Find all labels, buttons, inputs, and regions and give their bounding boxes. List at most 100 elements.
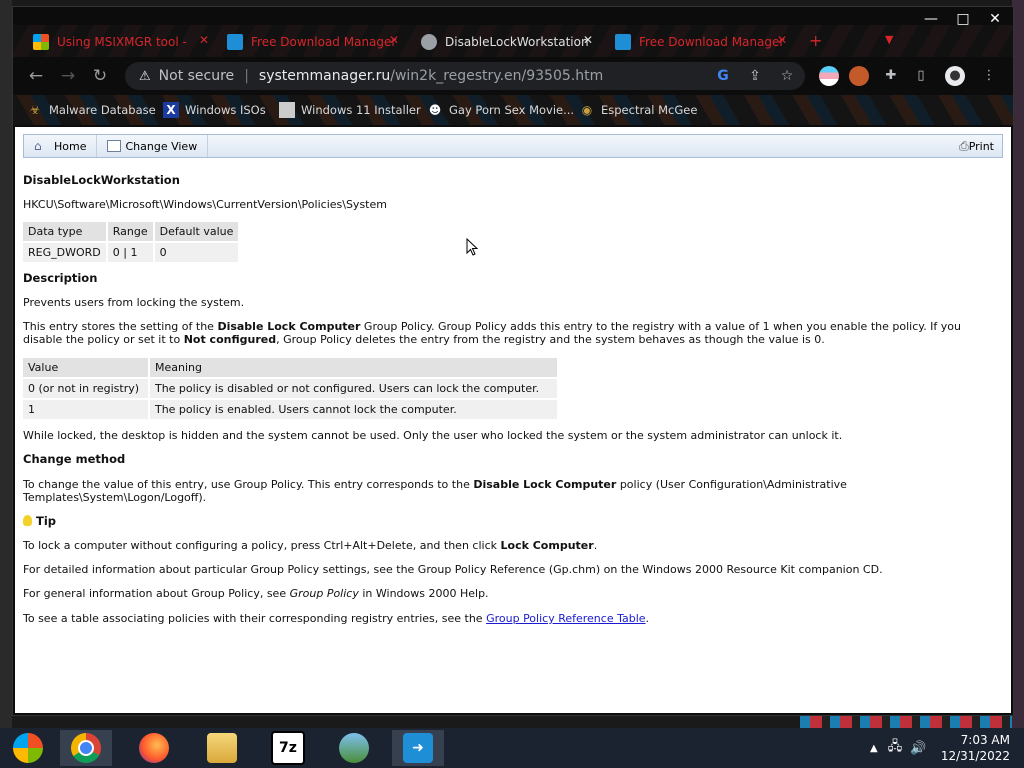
address-bar[interactable]: ⚠ Not secure | systemmanager.ru/win2k_re… — [125, 62, 805, 90]
eye-icon: ◉ — [581, 103, 593, 117]
gp-reference-table-link[interactable]: Group Policy Reference Table — [486, 612, 645, 625]
taskbar-file-explorer[interactable] — [196, 730, 248, 766]
menu-kebab-icon[interactable]: ⋮ — [979, 66, 999, 86]
home-label: Home — [54, 139, 87, 153]
text: This entry stores the setting of the — [23, 320, 218, 333]
side-panel-icon[interactable]: ▯ — [911, 66, 931, 86]
tab-close-icon[interactable]: ✕ — [199, 33, 209, 47]
desktop-background — [0, 0, 12, 728]
extensions-puzzle-icon[interactable]: ✚ — [881, 66, 901, 86]
tab-close-icon[interactable]: ✕ — [389, 33, 399, 47]
share-icon[interactable]: ⇪ — [745, 66, 765, 86]
flag-extension-icon[interactable] — [819, 66, 839, 86]
print-button[interactable]: ⎙ Print — [959, 135, 994, 157]
lock-computer-label: Lock Computer — [500, 539, 594, 552]
bookmark-malware-database[interactable]: ☣ Malware Database — [27, 101, 156, 119]
table-header: Range — [107, 222, 153, 241]
forward-arrow-icon[interactable]: → — [57, 65, 79, 87]
address-divider: | — [244, 68, 249, 84]
taskbar: 7z ➜ ▲ 🖧 🔊 7:03 AM 12/31/2022 — [0, 728, 1024, 768]
info-gp-reference: For detailed information about particula… — [23, 563, 883, 576]
info-reference-table: To see a table associating policies with… — [23, 612, 649, 625]
taskbar-firefox[interactable] — [128, 730, 180, 766]
table-cell: The policy is enabled. Users cannot lock… — [149, 400, 557, 419]
firefox-icon — [139, 733, 169, 763]
change-view-button[interactable]: Change View — [97, 135, 209, 157]
file-explorer-icon — [207, 733, 237, 763]
reload-icon[interactable]: ↻ — [89, 65, 111, 87]
text: To change the value of this entry, use G… — [23, 478, 474, 491]
browser-toolbar: ← → ↻ ⚠ Not secure | systemmanager.ru/wi… — [13, 59, 1013, 93]
tab-disable-lock-workstation[interactable]: DisableLockWorkstation ✕ — [421, 29, 593, 55]
clock-date: 12/31/2022 — [940, 749, 1010, 763]
table-cell: 0 (or not in registry) — [23, 379, 148, 398]
data-type-table: Data type Range Default value REG_DWORD … — [21, 220, 240, 264]
tab-title: Using MSIXMGR tool - — [57, 35, 187, 49]
tab-strip: Using MSIXMGR tool - ✕ Free Download Man… — [13, 25, 1013, 57]
warning-icon[interactable]: ⚠ — [139, 69, 151, 84]
back-arrow-icon[interactable]: ← — [25, 65, 47, 87]
profile-icon[interactable]: ● — [945, 66, 965, 86]
printer-icon: ⎙ — [959, 139, 969, 153]
volume-icon[interactable]: 🔊 — [910, 741, 926, 756]
text: , Group Policy deletes the entry from th… — [276, 333, 825, 346]
x-logo-icon: X — [163, 102, 179, 118]
system-clock[interactable]: 7:03 AM 12/31/2022 — [941, 732, 1010, 764]
taskbar-network-users[interactable] — [328, 730, 380, 766]
text: . — [645, 612, 650, 625]
tab-close-icon[interactable]: ✕ — [583, 33, 593, 47]
page-toolbar: ⌂ Home Change View ⎙ Print — [23, 134, 1003, 158]
tab-title: Free Download Manager — [639, 35, 785, 49]
download-manager-icon: ➜ — [403, 733, 433, 763]
bookmark-windows-isos[interactable]: X Windows ISOs — [163, 101, 266, 119]
bookmark-label: Gay Porn Sex Movie... — [449, 103, 575, 117]
download-manager-icon — [615, 34, 631, 50]
text: . — [593, 539, 598, 552]
change-view-label: Change View — [125, 139, 198, 153]
table-header: Meaning — [149, 358, 557, 377]
table-cell: 1 — [23, 400, 148, 419]
tip-label: Tip — [36, 514, 57, 528]
malware-icon: ☣ — [29, 103, 41, 117]
table-cell: 0 | 1 — [107, 243, 153, 262]
bookmark-label: Espectral McGee — [601, 103, 698, 117]
avatar-extension-icon[interactable] — [849, 66, 869, 86]
bookmark-espectral-mcgee[interactable]: ◉ Espectral McGee — [579, 101, 698, 119]
tab-search-chevron-icon[interactable]: ▼ — [885, 33, 893, 46]
taskbar-chrome[interactable] — [60, 730, 112, 766]
change-method-text: To change the value of this entry, use G… — [23, 478, 923, 504]
start-button[interactable] — [2, 730, 54, 766]
tab-title: Free Download Manager — [251, 35, 397, 49]
security-label: Not secure — [158, 68, 235, 84]
registry-path: HKCU\Software\Microsoft\Windows\CurrentV… — [23, 198, 387, 211]
taskbar-download-manager[interactable]: ➜ — [392, 730, 444, 766]
mouse-cursor-icon — [466, 238, 478, 256]
page-content: ⌂ Home Change View ⎙ Print DisableLockWo… — [15, 127, 1011, 713]
site-icon: ☻ — [428, 103, 442, 117]
show-hidden-icons-chevron-icon[interactable]: ▲ — [870, 743, 878, 754]
bookmark-star-icon[interactable]: ☆ — [777, 66, 797, 86]
print-label: Print — [968, 139, 994, 153]
home-button[interactable]: ⌂ Home — [24, 135, 98, 157]
network-icon[interactable]: 🖧 — [888, 737, 903, 759]
url-host: systemmanager.ru — [258, 68, 391, 84]
tab-title: DisableLockWorkstation — [445, 35, 589, 49]
chrome-icon — [71, 733, 101, 763]
globe-icon — [421, 34, 437, 50]
google-icon[interactable]: G — [713, 66, 733, 86]
tab-close-icon[interactable]: ✕ — [777, 33, 787, 47]
text: For general information about Group Poli… — [23, 587, 290, 600]
tab-using-msixmgr[interactable]: Using MSIXMGR tool - ✕ — [33, 29, 209, 55]
description-long: This entry stores the setting of the Dis… — [23, 320, 993, 346]
new-tab-button[interactable]: + — [809, 31, 822, 50]
browser-window: — □ ✕ Using MSIXMGR tool - ✕ Free Downlo… — [12, 6, 1014, 716]
windows-logo-icon — [33, 34, 49, 50]
taskbar-7zip[interactable]: 7z — [262, 730, 314, 766]
bookmark-site[interactable]: ☻ Gay Porn Sex Movie... — [427, 101, 574, 119]
text: To lock a computer without configuring a… — [23, 539, 501, 552]
bookmark-windows-11-installer[interactable]: Windows 11 Installer — [279, 101, 421, 119]
tab-free-download-manager-2[interactable]: Free Download Manager ✕ — [615, 29, 787, 55]
bookmarks-bar: ☣ Malware Database X Windows ISOs Window… — [13, 95, 1013, 125]
tab-free-download-manager-1[interactable]: Free Download Manager ✕ — [227, 29, 399, 55]
description-short: Prevents users from locking the system. — [23, 296, 245, 309]
